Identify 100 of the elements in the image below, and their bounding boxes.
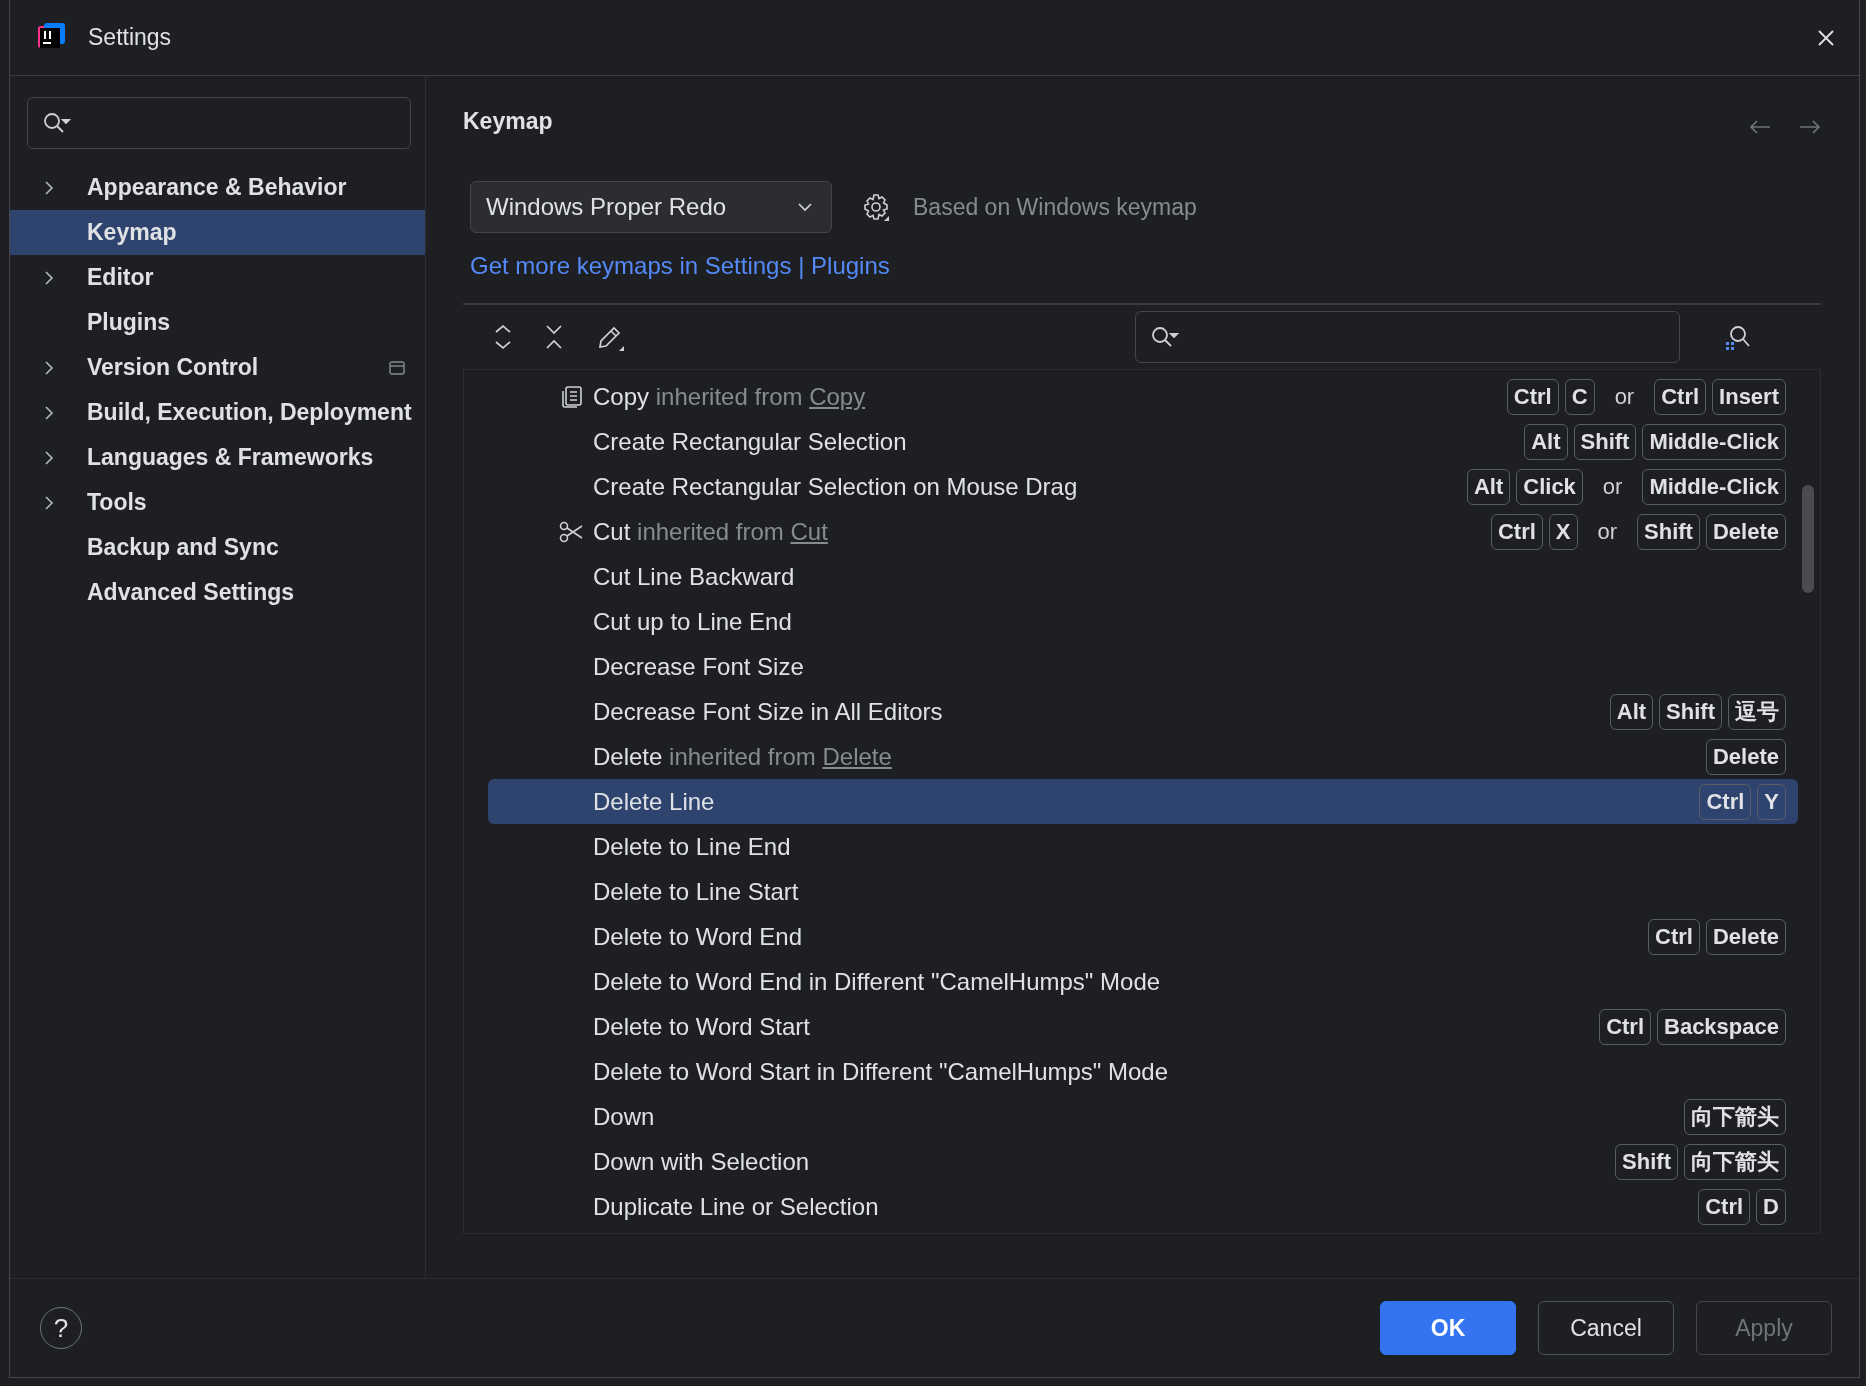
sidebar-item[interactable]: Languages & Frameworks xyxy=(10,435,425,480)
key-label: Middle-Click xyxy=(1642,423,1786,460)
action-row[interactable]: Decrease Font Size xyxy=(488,644,1798,689)
action-row[interactable]: Delete inherited from Delete Delete xyxy=(488,734,1798,779)
action-name: Delete Line xyxy=(593,787,715,816)
action-row[interactable]: Delete to Line End xyxy=(488,824,1798,869)
action-name: Delete to Line End xyxy=(593,832,791,861)
action-name: Delete to Word End xyxy=(593,922,802,951)
action-row[interactable]: Create Rectangular Selection on Mouse Drag Alt Click or Middle-Click xyxy=(488,464,1798,509)
action-name: Delete to Line Start xyxy=(593,877,799,906)
sidebar-item[interactable]: Appearance & Behavior xyxy=(10,165,425,210)
action-row[interactable]: Delete Line Ctrl Y xyxy=(488,779,1798,824)
key-label: Click xyxy=(1516,468,1583,505)
expand-all-icon[interactable] xyxy=(493,322,513,351)
action-row[interactable]: Cut inherited from Cut Ctrl X or Shift Delete xyxy=(488,509,1798,554)
sidebar-item[interactable]: Keymap xyxy=(10,210,425,255)
sidebar-item[interactable]: Advanced Settings xyxy=(10,570,425,615)
action-row[interactable]: Delete to Word Start in Different "CamelHumps" Mode xyxy=(488,1049,1798,1094)
action-name: Duplicate Line or Selection xyxy=(593,1192,879,1221)
key-label: Shift xyxy=(1615,1143,1678,1180)
or-text: or xyxy=(1602,473,1623,500)
key-label: Insert xyxy=(1712,378,1786,415)
key-label: Alt xyxy=(1609,693,1654,730)
action-row[interactable]: Delete to Word Start Ctrl Backspace xyxy=(488,1004,1798,1049)
scissors-icon xyxy=(559,520,583,543)
chevron-right-icon xyxy=(43,269,55,286)
search-icon xyxy=(1150,324,1180,349)
page-title: Keymap xyxy=(463,107,553,135)
key-label: Delete xyxy=(1705,738,1786,775)
ok-button[interactable]: OK xyxy=(1380,1301,1516,1355)
sidebar-item[interactable]: Plugins xyxy=(10,300,425,345)
forward-arrow-icon[interactable] xyxy=(1799,119,1821,136)
plugins-link[interactable]: Get more keymaps in Settings | Plugins xyxy=(470,252,890,281)
sidebar-item[interactable]: Backup and Sync xyxy=(10,525,425,570)
key-label: Shift xyxy=(1659,693,1722,730)
key-label: 逗号 xyxy=(1728,693,1786,730)
close-icon[interactable] xyxy=(1817,28,1835,47)
key-label: Middle-Click xyxy=(1642,468,1786,505)
key-label: Ctrl xyxy=(1490,513,1543,550)
search-field[interactable] xyxy=(27,97,411,149)
chevron-right-icon xyxy=(43,404,55,421)
based-on-text: Based on Windows keymap xyxy=(913,193,1197,221)
action-name: Copy inherited from Copy xyxy=(593,382,866,411)
key-label: 向下箭头 xyxy=(1684,1098,1786,1135)
action-name: Decrease Font Size xyxy=(593,652,804,681)
key-label: Ctrl xyxy=(1648,918,1700,955)
action-row[interactable]: Delete to Word End Ctrl Delete xyxy=(488,914,1798,959)
key-label: Alt xyxy=(1466,468,1511,505)
chevron-right-icon xyxy=(43,359,55,376)
action-row[interactable]: Cut up to Line End xyxy=(488,599,1798,644)
sidebar-item[interactable]: Build, Execution, Deployment xyxy=(10,390,425,435)
sidebar-item[interactable]: Version Control xyxy=(10,345,425,390)
settings-icon[interactable] xyxy=(861,192,891,223)
action-name: Down xyxy=(593,1102,655,1131)
chevron-right-icon xyxy=(43,179,55,196)
collapse-all-icon[interactable] xyxy=(544,322,564,351)
key-label: Delete xyxy=(1705,513,1786,550)
key-label: Delete xyxy=(1705,918,1786,955)
action-row[interactable]: Down 向下箭头 xyxy=(488,1094,1798,1139)
key-label: Shift xyxy=(1637,513,1700,550)
action-row[interactable]: Decrease Font Size in All Editors Alt Shift 逗号 xyxy=(488,689,1798,734)
search-field[interactable] xyxy=(1135,310,1680,363)
action-name: Delete to Word End in Different "CamelHumps" Mode xyxy=(593,967,1161,996)
window-title: Settings xyxy=(88,24,172,51)
keymap-dropdown[interactable]: Windows Proper Redo xyxy=(470,181,832,234)
search-icon xyxy=(42,111,72,135)
action-row[interactable]: Create Rectangular Selection Alt Shift Middle-Click xyxy=(488,419,1798,464)
action-row[interactable]: Cut Line Backward xyxy=(488,554,1798,599)
copy-icon xyxy=(561,384,583,409)
chevron-right-icon xyxy=(43,494,55,511)
key-label: Backspace xyxy=(1657,1008,1786,1045)
or-text: or xyxy=(1614,383,1635,410)
key-label: Ctrl xyxy=(1506,378,1559,415)
action-row[interactable]: Duplicate Line or Selection Ctrl D xyxy=(488,1184,1798,1229)
action-name: Delete to Word Start xyxy=(593,1012,810,1041)
key-label: C xyxy=(1564,378,1595,415)
back-arrow-icon[interactable] xyxy=(1749,119,1771,136)
key-label: Shift xyxy=(1573,423,1637,460)
window-icon xyxy=(389,360,405,375)
action-row[interactable]: Copy inherited from Copy Ctrl C or Ctrl Insert xyxy=(488,374,1798,419)
action-name: Cut Line Backward xyxy=(593,562,795,591)
action-name: Decrease Font Size in All Editors xyxy=(593,697,943,726)
sidebar-item[interactable]: Tools xyxy=(10,480,425,525)
action-name: Down with Selection xyxy=(593,1147,810,1176)
dialog-button[interactable]: Cancel xyxy=(1538,1301,1674,1355)
key-label: Alt xyxy=(1524,423,1568,460)
key-label: 向下箭头 xyxy=(1684,1143,1786,1180)
key-label: D xyxy=(1756,1188,1786,1225)
chevron-right-icon xyxy=(43,449,55,466)
action-row[interactable]: Down with Selection Shift 向下箭头 xyxy=(488,1139,1798,1184)
action-row[interactable]: Delete to Line Start xyxy=(488,869,1798,914)
action-name: Cut inherited from Cut xyxy=(593,517,828,546)
sidebar-item[interactable]: Editor xyxy=(10,255,425,300)
action-name: Create Rectangular Selection xyxy=(593,427,907,456)
chevron-down-icon xyxy=(797,202,813,213)
action-name: Cut up to Line End xyxy=(593,607,792,636)
or-text: or xyxy=(1597,518,1618,545)
action-row[interactable]: Delete to Word End in Different "CamelHumps" Mode xyxy=(488,959,1798,1004)
scrollbar-thumb[interactable] xyxy=(1802,485,1814,593)
key-label: Ctrl xyxy=(1699,783,1752,820)
